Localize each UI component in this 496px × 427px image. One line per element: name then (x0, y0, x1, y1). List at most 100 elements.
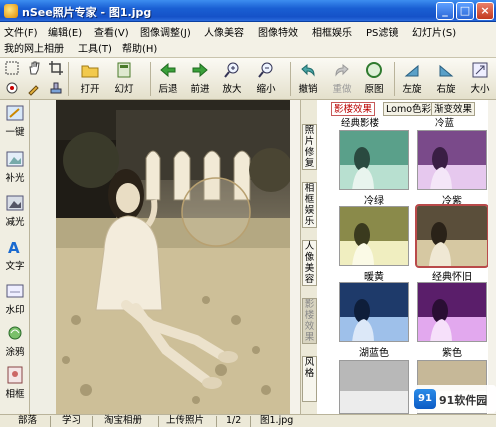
menu-ps-filters[interactable]: PS滤镜 (366, 24, 398, 39)
status-upload[interactable]: 上传照片 (166, 415, 204, 427)
undo-button[interactable]: 撤销 (294, 60, 322, 98)
left-toolbar: 一键 补光 减光 A 文字 水印 涂鸦 相框 (0, 100, 30, 414)
effect-label: 经典怀旧 (432, 272, 472, 283)
size-button[interactable]: 大小 (466, 60, 494, 98)
effect-thumb-partial[interactable] (339, 360, 409, 414)
back-button[interactable]: 后退 (154, 60, 182, 98)
tab-portrait-beauty[interactable]: 人像美容 (302, 240, 317, 286)
redo-label: 重做 (332, 84, 352, 95)
slideshow-label: 幻灯 (114, 84, 134, 95)
rotate-left-icon (404, 64, 419, 77)
menu-view[interactable]: 查看(V) (94, 24, 129, 39)
effect-thumb-purple[interactable] (417, 282, 487, 342)
effects-panel: 影楼效果 Lomo色彩 渐变效果 经典影楼 冷蓝 冷绿 冷紫 暖黄 经典怀旧 湖… (317, 100, 496, 414)
menu-file[interactable]: 文件(F) (4, 24, 38, 39)
status-taobao-album[interactable]: 淘宝相册 (104, 415, 142, 427)
menu-tools[interactable]: 工具(T) (78, 40, 112, 55)
zoom-out-button[interactable]: 缩小 (252, 60, 280, 98)
tab-studio-effects[interactable]: 影楼效果 (302, 298, 317, 344)
rotate-right-icon (439, 64, 454, 77)
rotate-right-button[interactable]: 右旋 (432, 60, 460, 98)
menu-image-adjust[interactable]: 图像调整(J) (140, 24, 191, 39)
open-button[interactable]: 打开 (76, 60, 104, 98)
crop-icon[interactable] (48, 60, 64, 76)
reduce-light-button[interactable]: 减光 (2, 194, 28, 228)
menu-online-album[interactable]: 我的网上相册 (4, 40, 64, 55)
redo-icon (335, 63, 349, 77)
folder-icon (81, 65, 99, 78)
one-click-button[interactable]: 一键 (2, 104, 28, 138)
thumb-image (418, 131, 486, 189)
app-icon (4, 4, 18, 18)
watermark-logo: 91 (414, 389, 436, 409)
status-separator (158, 416, 159, 427)
hand-icon[interactable] (26, 60, 42, 76)
zoom-in-button[interactable]: 放大 (218, 60, 246, 98)
one-click-label: 一键 (5, 127, 25, 138)
effect-thumb-warm-yellow[interactable] (339, 206, 409, 266)
status-tribe[interactable]: 部落 (18, 415, 37, 427)
toolbar-separator (394, 62, 395, 96)
back-label: 后退 (158, 84, 178, 95)
slideshow-button[interactable]: 幻灯 (110, 60, 138, 98)
arrow-left-icon (160, 62, 176, 78)
menu-slideshow[interactable]: 幻灯片(S) (412, 24, 456, 39)
menu-edit[interactable]: 编辑(E) (48, 24, 82, 39)
fill-light-button[interactable]: 补光 (2, 150, 28, 184)
menu-frame-fun[interactable]: 相框娱乐 (312, 24, 352, 39)
maximize-button[interactable]: □ (456, 2, 474, 20)
frame-button[interactable]: 相框 (2, 366, 28, 400)
tab-frame-fun[interactable]: 相框娱乐 (302, 182, 317, 228)
arrow-right-icon (192, 62, 208, 78)
resize-icon (472, 62, 488, 78)
category-classic: 经典影楼 (341, 118, 380, 129)
tab-style[interactable]: 风格 (302, 356, 317, 402)
status-learn[interactable]: 学习 (62, 415, 81, 427)
thumb-image (340, 131, 408, 189)
menu-image-effects[interactable]: 图像特效 (258, 24, 298, 39)
zoom-out-label: 缩小 (256, 84, 276, 95)
canvas-scrollbar[interactable] (290, 100, 300, 414)
text-button[interactable]: A 文字 (2, 238, 28, 272)
redeye-icon[interactable] (4, 80, 20, 96)
stamp-icon[interactable] (48, 80, 64, 96)
brush-icon[interactable] (26, 80, 42, 96)
zoom-out-icon (258, 62, 273, 78)
menu-help[interactable]: 帮助(H) (122, 40, 157, 55)
forward-label: 前进 (190, 84, 210, 95)
doodle-button[interactable]: 涂鸦 (2, 324, 28, 358)
effect-thumb-cold-green[interactable] (339, 130, 409, 190)
watermark-icon (6, 284, 24, 298)
original-button[interactable]: 原图 (360, 60, 388, 98)
toolbar: 打开 幻灯 后退 前进 放大 缩小 撤销 重做 原图 左旋 右旋 大小 (0, 58, 496, 100)
tab-photo-repair[interactable]: 照片修复 (302, 124, 317, 170)
select-icon[interactable] (4, 60, 20, 76)
redo-button[interactable]: 重做 (328, 60, 356, 98)
frame-label: 相框 (5, 389, 25, 400)
doodle-label: 涂鸦 (5, 347, 25, 358)
size-label: 大小 (470, 84, 490, 95)
forward-button[interactable]: 前进 (186, 60, 214, 98)
rotate-left-button[interactable]: 左旋 (398, 60, 426, 98)
status-filename: 图1.jpg (260, 415, 294, 426)
effect-thumb-lake-blue[interactable] (339, 282, 409, 342)
darken-icon (6, 195, 24, 211)
effect-thumb-classic-nostalgia[interactable] (415, 204, 489, 268)
minimize-button[interactable]: _ (436, 2, 454, 20)
watermark-button[interactable]: 水印 (2, 282, 28, 316)
rotate-left-label: 左旋 (402, 84, 422, 95)
thumb-image (340, 361, 408, 413)
zoom-in-label: 放大 (222, 84, 242, 95)
image-canvas[interactable] (30, 100, 300, 414)
category-cold-blue: 冷蓝 (435, 118, 455, 129)
effect-label: 湖蓝色 (359, 348, 389, 359)
menu-portrait-beauty[interactable]: 人像美容 (204, 24, 244, 39)
status-page: 1/2 (226, 415, 242, 426)
close-button[interactable]: × (476, 2, 494, 20)
status-separator (216, 416, 217, 427)
rotate-right-label: 右旋 (436, 84, 456, 95)
open-label: 打开 (80, 84, 100, 95)
effect-thumb-cold-purple[interactable] (417, 130, 487, 190)
toolbar-separator (290, 62, 291, 96)
effects-scrollbar[interactable] (488, 100, 496, 414)
